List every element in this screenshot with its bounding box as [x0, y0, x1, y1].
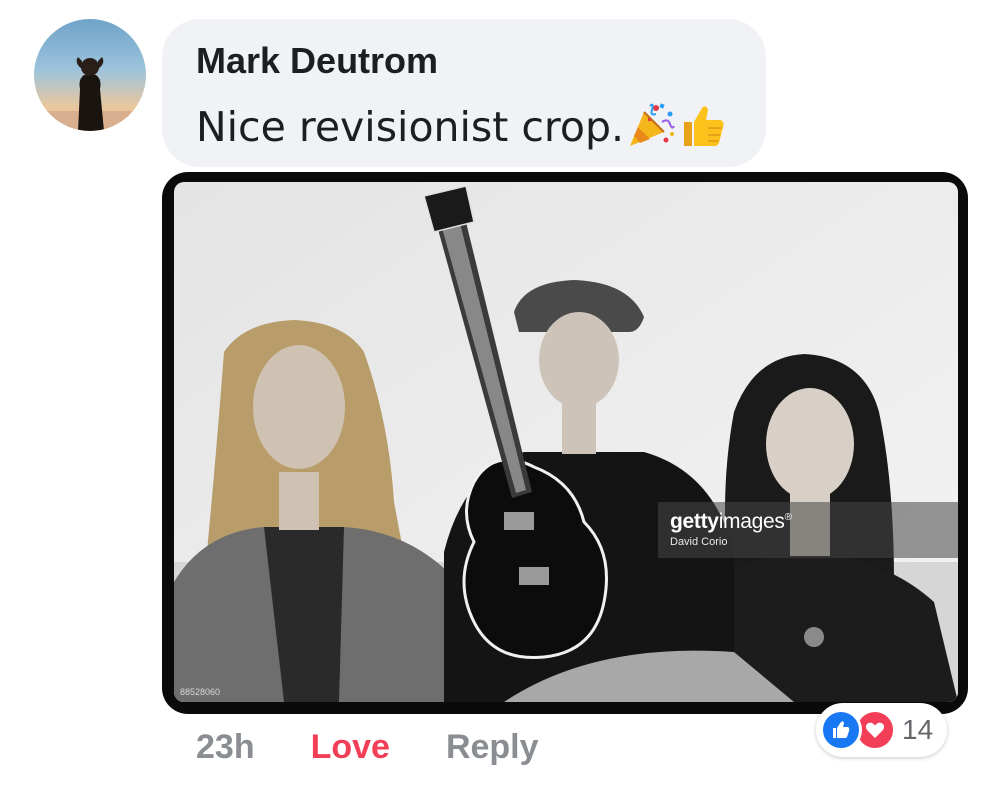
- comment-author[interactable]: Mark Deutrom: [196, 39, 766, 83]
- getty-watermark: gettyimages® David Corio: [658, 502, 958, 558]
- comment-body: Nice revisionist crop.: [196, 99, 766, 155]
- reaction-summary[interactable]: 14: [816, 703, 948, 757]
- band-photo-illustration: [174, 182, 958, 702]
- attached-photo[interactable]: gettyimages® David Corio 88528060: [162, 172, 968, 714]
- getty-logo: gettyimages®: [670, 510, 792, 533]
- comment-actions: 23h Love Reply: [196, 722, 539, 772]
- love-button[interactable]: Love: [311, 728, 390, 767]
- party-popper-icon: [626, 100, 676, 155]
- reply-button[interactable]: Reply: [446, 728, 539, 767]
- photo-content: gettyimages® David Corio 88528060: [174, 182, 958, 702]
- avatar[interactable]: [34, 19, 146, 131]
- comment-text: Nice revisionist crop.: [196, 103, 625, 151]
- comment-bubble: Mark Deutrom Nice revisionist crop.: [162, 19, 766, 167]
- thumbs-up-icon: [678, 100, 728, 155]
- image-id: 88528060: [180, 687, 221, 697]
- comment: Mark Deutrom Nice revisionist crop. gett…: [0, 0, 1002, 800]
- reaction-count: 14: [902, 714, 934, 745]
- photo-credit: David Corio: [670, 536, 728, 548]
- avatar-photo: [34, 57, 146, 131]
- like-icon: [820, 709, 862, 751]
- comment-timestamp[interactable]: 23h: [196, 728, 255, 767]
